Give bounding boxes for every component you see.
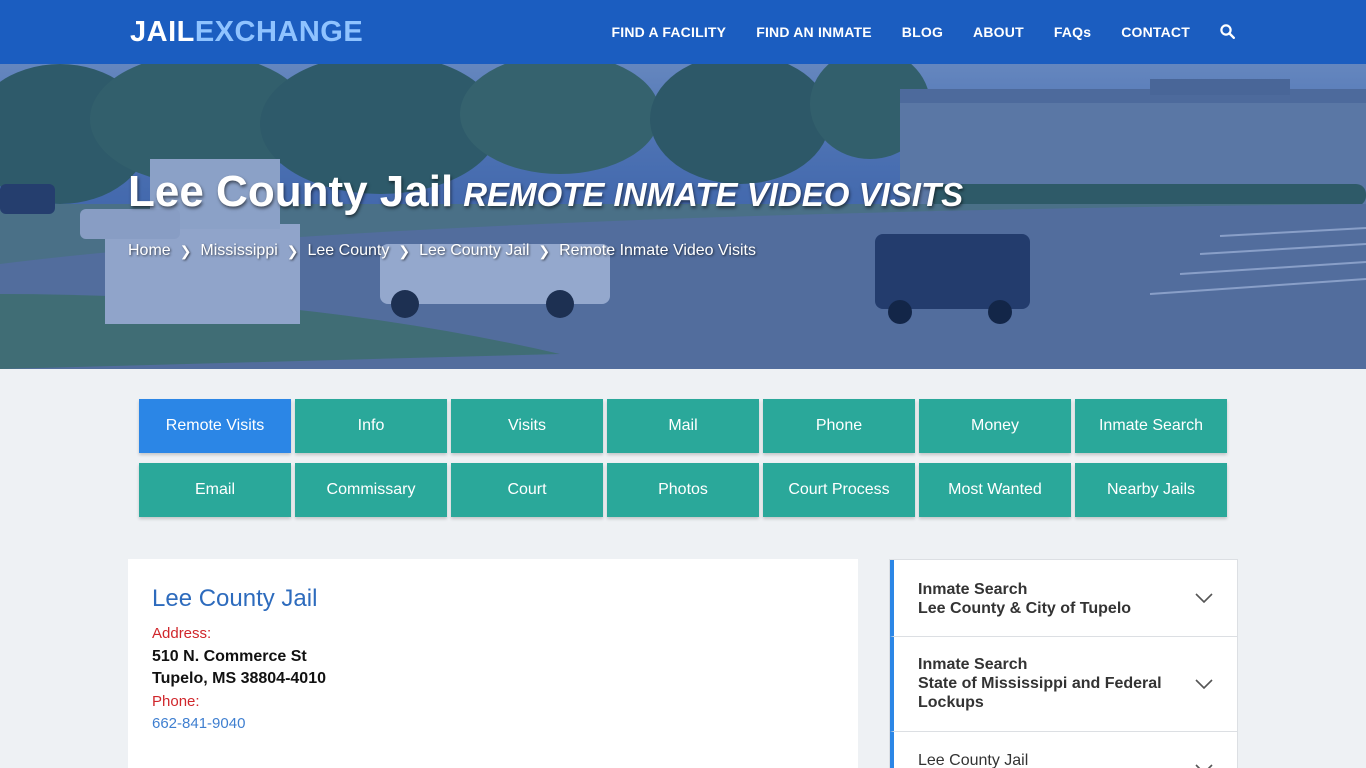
facility-tabs: Remote Visits Info Visits Mail Phone Mon… — [139, 399, 1229, 517]
facility-info-card: Lee County Jail Address: 510 N. Commerce… — [128, 559, 858, 768]
breadcrumb-current: Remote Inmate Video Visits — [559, 242, 756, 259]
top-navbar: JAILEXCHANGE FIND A FACILITY FIND AN INM… — [0, 0, 1366, 64]
chevron-down-icon — [1195, 593, 1213, 603]
logo-part-jail: JAIL — [130, 16, 195, 48]
nav-find-inmate[interactable]: FIND AN INMATE — [756, 24, 872, 40]
tab-remote-visits[interactable]: Remote Visits — [139, 399, 291, 453]
page-title: Lee County Jail REMOTE INMATE VIDEO VISIT… — [128, 167, 963, 217]
facility-name: Lee County Jail — [152, 585, 318, 612]
logo-part-exchange: EXCHANGE — [194, 16, 364, 48]
page-title-main: Lee County Jail — [128, 167, 454, 216]
chevron-right-icon: ❯ — [179, 242, 192, 259]
tab-photos[interactable]: Photos — [607, 463, 759, 517]
tab-mail[interactable]: Mail — [607, 399, 759, 453]
tab-info[interactable]: Info — [295, 399, 447, 453]
phone-link[interactable]: 662-841-9040 — [152, 715, 245, 732]
chevron-down-icon — [1195, 679, 1213, 689]
sidebar-accordion: Inmate Search Lee County & City of Tupel… — [889, 559, 1238, 768]
accordion-item-inmate-search-county[interactable]: Inmate Search Lee County & City of Tupel… — [890, 560, 1237, 637]
nav-find-facility[interactable]: FIND A FACILITY — [611, 24, 726, 40]
chevron-right-icon: ❯ — [398, 242, 411, 259]
accordion-subtitle-cont: Lockups — [918, 694, 984, 711]
tab-inmate-search[interactable]: Inmate Search — [1075, 399, 1227, 453]
nav-blog[interactable]: BLOG — [902, 24, 943, 40]
tab-phone[interactable]: Phone — [763, 399, 915, 453]
accordion-subtitle: State of Mississippi and Federal — [918, 675, 1162, 692]
nav-about[interactable]: ABOUT — [973, 24, 1024, 40]
tab-money[interactable]: Money — [919, 399, 1071, 453]
tab-commissary[interactable]: Commissary — [295, 463, 447, 517]
address-line-1: 510 N. Commerce St — [152, 648, 307, 665]
chevron-down-icon — [1195, 764, 1213, 768]
tab-most-wanted[interactable]: Most Wanted — [919, 463, 1071, 517]
main-nav: FIND A FACILITY FIND AN INMATE BLOG ABOU… — [581, 0, 1236, 64]
chevron-right-icon: ❯ — [286, 242, 299, 259]
accordion-item-inmate-search-state[interactable]: Inmate Search State of Mississippi and F… — [890, 637, 1237, 732]
search-icon[interactable] — [1220, 24, 1236, 40]
breadcrumb-home[interactable]: Home — [128, 242, 171, 260]
nav-faqs[interactable]: FAQs — [1054, 24, 1091, 40]
breadcrumb-county[interactable]: Lee County — [308, 242, 390, 260]
nav-contact[interactable]: CONTACT — [1121, 24, 1190, 40]
breadcrumb: Home ❯ Mississippi ❯ Lee County ❯ Lee Co… — [128, 242, 756, 260]
accordion-title: Inmate Search — [918, 656, 1028, 673]
page-title-subtitle: REMOTE INMATE VIDEO VISITS — [463, 176, 964, 213]
tab-court[interactable]: Court — [451, 463, 603, 517]
breadcrumb-state[interactable]: Mississippi — [200, 242, 277, 260]
accordion-title: Inmate Search — [918, 581, 1028, 598]
address-label: Address: — [152, 625, 212, 642]
tab-nearby-jails[interactable]: Nearby Jails — [1075, 463, 1227, 517]
breadcrumb-facility[interactable]: Lee County Jail — [419, 242, 529, 260]
tab-email[interactable]: Email — [139, 463, 291, 517]
accordion-item-lee-county-jail[interactable]: Lee County Jail — [890, 732, 1237, 768]
accordion-subtitle: Lee County & City of Tupelo — [918, 600, 1132, 617]
address-line-2: Tupelo, MS 38804-4010 — [152, 670, 326, 687]
hero-banner: Lee County Jail REMOTE INMATE VIDEO VISIT… — [0, 64, 1366, 369]
site-logo[interactable]: JAILEXCHANGE — [130, 16, 363, 48]
phone-label: Phone: — [152, 693, 200, 710]
chevron-right-icon: ❯ — [538, 242, 551, 259]
accordion-title: Lee County Jail — [918, 752, 1029, 768]
tab-visits[interactable]: Visits — [451, 399, 603, 453]
tab-court-process[interactable]: Court Process — [763, 463, 915, 517]
